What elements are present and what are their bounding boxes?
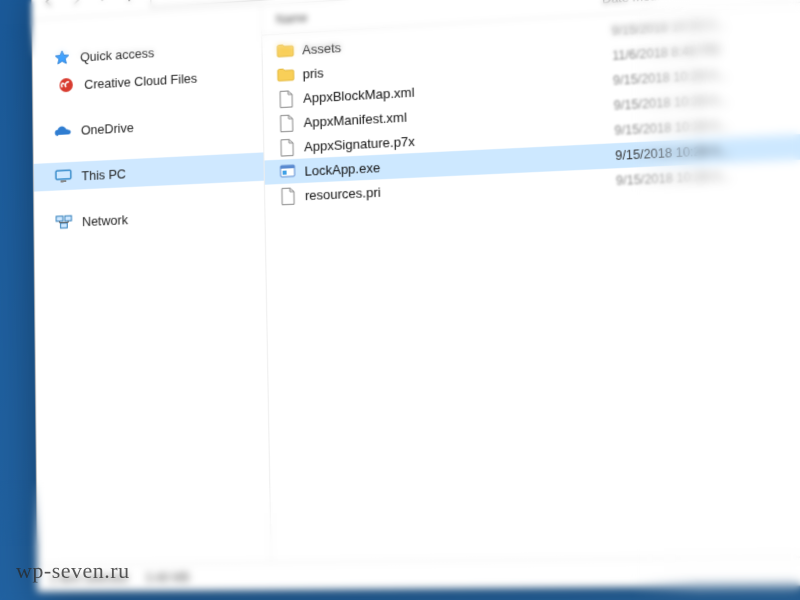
sidebar-item-label: OneDrive [81,120,134,138]
status-size: 3.48 MB [145,570,189,585]
file-date: 9/15/2018 10:28 A... [616,168,732,188]
file-date: 9/15/2018 10:28 A... [614,92,729,113]
file-date: 9/15/2018 10:34 A... [611,17,726,38]
file-date: 9/15/2018 10:28 A... [614,118,729,138]
back-button[interactable] [38,0,61,14]
network-icon [55,213,72,232]
forward-button[interactable] [64,0,87,12]
star-icon [53,48,70,67]
onedrive-icon [54,121,71,140]
exe-icon [278,162,296,181]
file-icon [278,113,296,132]
sidebar-item-label: Creative Cloud Files [84,70,197,91]
cc-icon [58,76,75,95]
file-icon [278,138,296,157]
file-date: 9/15/2018 10:28 A... [613,67,728,88]
sidebar-item-label: This PC [81,166,126,183]
file-date: 11/6/2018 8:48 PM [612,42,720,63]
recent-locations-button[interactable] [91,0,114,10]
sidebar-item-label: Network [82,212,128,229]
folder-icon [277,65,295,84]
file-icon [277,89,295,108]
status-selection: 1 item selected [49,570,128,585]
folder-icon [276,41,294,60]
sidebar-item-label: Quick access [80,45,154,64]
navigation-pane: Quick access Creative Cloud Files OneDrive… [32,6,271,565]
up-button[interactable] [117,0,140,8]
explorer-window: › Local Disk (C:) › Windows › SystemApps… [31,0,800,592]
drive-icon [159,0,175,2]
thispc-icon [55,167,72,186]
file-list: Assets9/15/2018 10:34 A...pris11/6/2018 … [262,0,800,209]
file-list-pane: Name Date modified Assets9/15/2018 10:34… [262,0,800,562]
file-date: 9/15/2018 10:28 A... [615,143,731,163]
file-icon [279,186,297,205]
